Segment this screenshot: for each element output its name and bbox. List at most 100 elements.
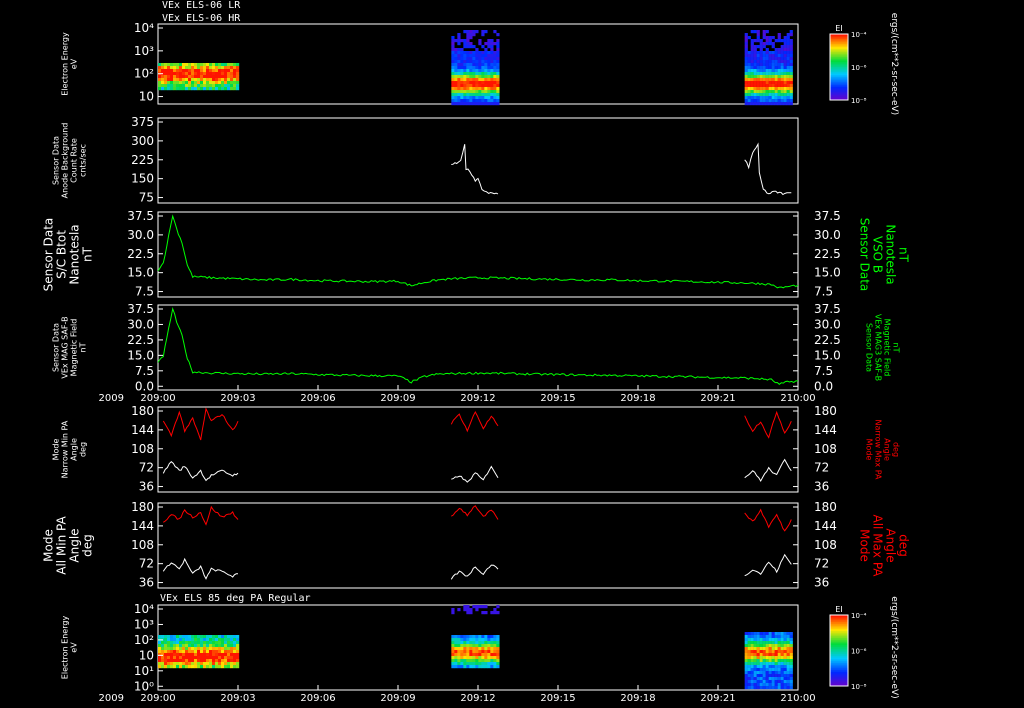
- spectrogram-cell: [481, 33, 485, 37]
- spectrogram-cell: [170, 69, 174, 73]
- spectrogram-cell: [774, 680, 778, 684]
- spectrogram-cell: [777, 96, 781, 100]
- spectrogram-cell: [236, 659, 240, 663]
- spectrogram-cell: [771, 659, 775, 663]
- spectrogram-cell: [786, 78, 790, 82]
- spectrogram-cell: [493, 42, 497, 46]
- spectrogram-cell: [179, 72, 183, 76]
- spectrogram-cell: [765, 102, 769, 106]
- spectrogram-cell: [765, 36, 769, 40]
- spectrogram-cell: [768, 63, 772, 67]
- spectrogram-cell: [224, 650, 228, 654]
- spectrogram-cell: [765, 653, 769, 657]
- spectrogram-cell: [783, 677, 787, 681]
- year-label: 2009: [99, 393, 124, 404]
- spectrogram-cell: [463, 66, 467, 70]
- spectrogram-cell: [484, 638, 488, 642]
- spectrogram-cell: [200, 66, 204, 70]
- spectrogram-cell: [493, 653, 497, 657]
- spectrogram-cell: [490, 611, 494, 615]
- spectrogram-cell: [759, 668, 763, 672]
- spectrogram-cell: [789, 647, 793, 651]
- spectrogram-cell: [460, 39, 464, 43]
- spectrogram-cell: [206, 644, 210, 648]
- spectrogram-cell: [484, 42, 488, 46]
- spectrogram-cell: [203, 659, 207, 663]
- spectrogram-cell: [780, 99, 784, 103]
- spectrogram-cell: [161, 644, 165, 648]
- spectrogram-cell: [747, 99, 751, 103]
- series-line: [450, 410, 499, 433]
- spectrogram-cell: [460, 81, 464, 85]
- spectrogram-cell: [487, 96, 491, 100]
- spectrogram-cell: [747, 84, 751, 88]
- spectrogram-cell: [765, 647, 769, 651]
- spectrogram-cell: [750, 671, 754, 675]
- spectrogram-cell: [188, 81, 192, 85]
- spectrogram-cell: [765, 75, 769, 79]
- spectrogram-cell: [493, 647, 497, 651]
- spectrogram-cell: [481, 638, 485, 642]
- spectrogram-cell: [218, 81, 222, 85]
- spectrogram-cell: [218, 662, 222, 666]
- spectrogram-cell: [212, 650, 216, 654]
- spectrogram-cell: [466, 656, 470, 660]
- spectrogram-cell: [768, 99, 772, 103]
- x-tick-label: 209:18: [620, 393, 655, 404]
- spectrogram-cell: [475, 665, 479, 669]
- y-axis-label: deg: [79, 442, 88, 457]
- spectrogram-cell: [765, 662, 769, 666]
- spectrogram-cell: [753, 686, 757, 690]
- spectrogram-cell: [496, 665, 500, 669]
- spectrogram-cell: [164, 81, 168, 85]
- spectrogram-cell: [783, 45, 787, 49]
- spectrogram-cell: [496, 66, 500, 70]
- spectrogram-cell: [215, 66, 219, 70]
- spectrogram-cell: [771, 99, 775, 103]
- spectrogram-cell: [170, 78, 174, 82]
- spectrogram-cell: [194, 641, 198, 645]
- spectrogram-cell: [744, 84, 748, 88]
- series-line: [744, 508, 792, 532]
- spectrogram-cell: [496, 647, 500, 651]
- spectrogram-cell: [771, 680, 775, 684]
- spectrogram-cell: [475, 54, 479, 58]
- spectrogram-cell: [786, 641, 790, 645]
- y-tick-label: 144: [131, 519, 154, 533]
- spectrogram-cell: [759, 686, 763, 690]
- spectrogram-cell: [469, 69, 473, 73]
- spectrogram-cell: [466, 30, 470, 34]
- spectrogram-cell: [173, 72, 177, 76]
- spectrogram-cell: [765, 57, 769, 61]
- spectrogram-cell: [472, 647, 476, 651]
- spectrogram-cell: [454, 102, 458, 106]
- spectrogram-cell: [747, 668, 751, 672]
- spectrogram-cell: [496, 75, 500, 79]
- spectrogram-cell: [493, 611, 497, 615]
- y-tick-label: 75: [139, 191, 154, 205]
- spectrogram-cell: [161, 665, 165, 669]
- spectrogram-cell: [158, 69, 162, 73]
- spectrogram-cell: [218, 665, 222, 669]
- spectrogram-cell: [783, 686, 787, 690]
- spectrogram-cell: [744, 78, 748, 82]
- spectrogram-cell: [765, 632, 769, 636]
- spectrogram-cell: [493, 54, 497, 58]
- spectrogram-cell: [753, 632, 757, 636]
- spectrogram-cell: [783, 632, 787, 636]
- spectrogram-cell: [780, 96, 784, 100]
- spectrogram-cell: [496, 48, 500, 52]
- y-axis-label-right: nT: [892, 343, 901, 353]
- spectrogram-cell: [484, 102, 488, 106]
- spectrogram-cell: [218, 641, 222, 645]
- spectrogram-cell: [212, 653, 216, 657]
- spectrogram-cell: [212, 63, 216, 67]
- spectrogram-cell: [194, 659, 198, 663]
- spectrogram-cell: [786, 51, 790, 55]
- spectrogram-cell: [765, 63, 769, 67]
- spectrogram-cell: [783, 662, 787, 666]
- spectrogram-cell: [744, 57, 748, 61]
- spectrogram-cell: [768, 632, 772, 636]
- spectrogram-cell: [158, 635, 162, 639]
- spectrogram-cell: [466, 60, 470, 64]
